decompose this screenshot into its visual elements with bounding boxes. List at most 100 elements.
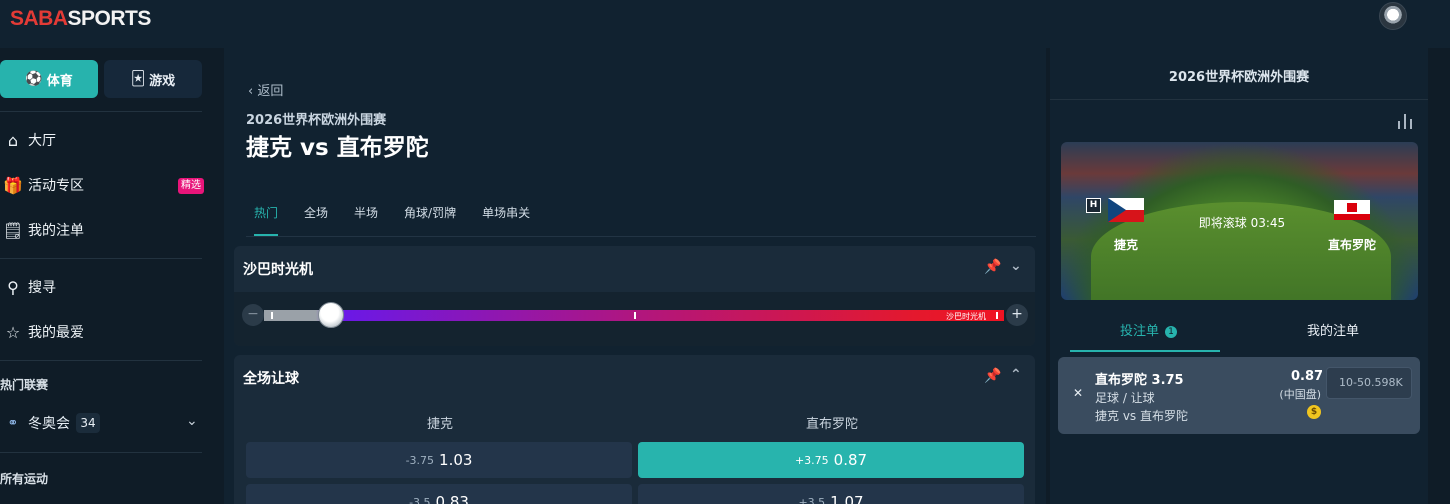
sports-segment-label: 体育 xyxy=(46,73,73,89)
betslip-tabs: 投注单 1 我的注单 xyxy=(1070,320,1410,352)
sidebar-divider xyxy=(0,452,202,453)
chevron-down-icon[interactable]: ⌄ xyxy=(1010,258,1022,274)
hot-leagues-heading: 热门联赛 xyxy=(0,378,49,392)
bet-selection: 直布罗陀 3.75 xyxy=(1095,373,1184,388)
logo-sports-text: SPORTS xyxy=(67,7,152,30)
pin-icon[interactable]: 📌 xyxy=(984,259,1001,275)
market-tabs: 热门 全场 半场 角球/罚牌 单场串关 xyxy=(254,204,556,236)
tab-my-bets[interactable]: 我的注单 xyxy=(1307,320,1359,339)
tabs-divider xyxy=(246,236,1036,237)
handicap-line: +3.75 xyxy=(794,453,829,467)
sidebar-item-favorites[interactable]: ☆ 我的最爱 xyxy=(0,317,210,347)
sidebar-item-promotions[interactable]: 🎁 活动专区 精选 xyxy=(0,170,210,200)
betslip-count-badge: 1 xyxy=(1165,326,1178,338)
sidebar-item-label: 我的最爱 xyxy=(28,325,84,341)
all-sports-heading: 所有运动 xyxy=(0,472,49,486)
away-team-column-header: 直布罗陀 xyxy=(806,417,859,432)
sidebar-league-winter-olympics[interactable]: ⚭ 冬奥会 34 ⌄ xyxy=(0,409,210,437)
time-machine-header[interactable]: 沙巴时光机 📌 ⌄ xyxy=(234,246,1035,292)
soccer-ball-icon: ⚽ xyxy=(25,71,43,87)
tab-popular[interactable]: 热门 xyxy=(254,204,279,236)
sidebar-divider xyxy=(0,258,202,259)
sidebar-divider xyxy=(0,111,202,112)
time-machine-body: − 沙巴时光机 + xyxy=(234,292,1035,346)
featured-badge: 精选 xyxy=(178,178,204,194)
time-machine-plus-button[interactable]: + xyxy=(1006,304,1028,326)
receipt-icon: 🗒 xyxy=(2,220,24,240)
pin-icon[interactable]: 📌 xyxy=(984,368,1001,384)
tab-full-time[interactable]: 全场 xyxy=(304,204,328,236)
time-machine-minus-button[interactable]: − xyxy=(242,304,264,326)
odds-button-away[interactable]: +3.5 1.07 xyxy=(638,484,1024,504)
handicap-header[interactable]: 全场让球 📌 ⌃ xyxy=(234,355,1035,401)
olympic-rings-icon: ⚭ xyxy=(7,415,19,431)
odds-button-home[interactable]: -3.5 0.83 xyxy=(246,484,632,504)
chevron-down-icon[interactable]: ⌄ xyxy=(186,413,198,429)
games-segment-button[interactable]: 🃏 游戏 xyxy=(104,60,202,98)
match-title: 捷克 vs 直布罗陀 xyxy=(246,135,429,161)
slider-tick xyxy=(996,312,998,319)
page-scrollbar[interactable] xyxy=(1436,48,1450,504)
match-detail-panel: ‹ 返回 2026世界杯欧洲外围赛 捷克 vs 直布罗陀 热门 全场 半场 角球… xyxy=(224,48,1046,504)
sidebar-divider xyxy=(0,360,202,361)
handicap-title: 全场让球 xyxy=(243,371,299,387)
handicap-line: -3.75 xyxy=(405,453,435,467)
sidebar-item-label: 搜寻 xyxy=(28,280,56,296)
time-machine-panel: 沙巴时光机 📌 ⌄ − 沙巴时光机 + xyxy=(234,246,1035,346)
user-avatar-icon[interactable] xyxy=(1379,2,1407,30)
tab-half-time[interactable]: 半场 xyxy=(354,204,378,236)
time-machine-end-label: 沙巴时光机 xyxy=(946,312,986,321)
odds-price: 1.03 xyxy=(439,451,473,469)
odds-price: 1.07 xyxy=(830,493,864,504)
back-link[interactable]: ‹ 返回 xyxy=(248,80,283,99)
match-scoreboard: H 即将滚球 03:45 捷克 直布罗陀 xyxy=(1061,142,1418,300)
bet-match: 捷克 vs 直布罗陀 xyxy=(1095,409,1188,423)
coin-icon: $ xyxy=(1307,405,1321,419)
sidebar-item-search[interactable]: ⚲ 搜寻 xyxy=(0,272,210,302)
chevron-left-icon: ‹ xyxy=(248,84,254,99)
saba-sports-logo[interactable]: SABASPORTS xyxy=(10,7,152,30)
tab-corners-cards[interactable]: 角球/罚牌 xyxy=(404,204,456,236)
close-icon[interactable]: ✕ xyxy=(1073,386,1083,400)
sidebar-item-label: 活动专区 xyxy=(28,178,84,194)
home-team-column-header: 捷克 xyxy=(427,417,454,432)
search-icon: ⚲ xyxy=(7,277,19,297)
scoreboard-home-team: 捷克 xyxy=(1114,238,1139,252)
slider-tick xyxy=(271,312,273,319)
sidebar-item-lobby[interactable]: ⌂ 大厅 xyxy=(0,125,210,155)
chevron-up-icon[interactable]: ⌃ xyxy=(1010,367,1022,383)
odds-type: (中国盘) xyxy=(1279,388,1321,401)
league-title: 2026世界杯欧洲外围赛 xyxy=(246,113,387,128)
star-icon: ☆ xyxy=(5,322,21,342)
stake-input[interactable]: 10-50.598K xyxy=(1326,367,1412,399)
time-machine-title: 沙巴时光机 xyxy=(243,262,313,278)
sidebar-item-my-bets[interactable]: 🗒 我的注单 xyxy=(0,215,210,245)
stats-chart-icon[interactable] xyxy=(1397,113,1413,129)
slider-tick xyxy=(634,312,636,319)
right-panel: 2026世界杯欧洲外围赛 H 即将滚球 03:45 捷克 直布罗陀 投注单 1 我… xyxy=(1050,48,1428,504)
sports-segment-button[interactable]: ⚽ 体育 xyxy=(0,60,98,98)
back-label: 返回 xyxy=(257,84,284,99)
odds-button-away-selected[interactable]: +3.75 0.87 xyxy=(638,442,1024,478)
right-panel-title: 2026世界杯欧洲外围赛 xyxy=(1168,70,1310,85)
time-machine-slider-handle[interactable] xyxy=(318,302,344,328)
handicap-line: -3.5 xyxy=(409,495,431,504)
tab-betslip[interactable]: 投注单 1 xyxy=(1120,320,1178,339)
match-status: 即将滚球 03:45 xyxy=(1198,216,1286,230)
games-segment-label: 游戏 xyxy=(149,73,176,89)
betslip-tab-label: 投注单 xyxy=(1120,324,1160,339)
bet-odds: 0.87 xyxy=(1291,369,1324,384)
home-indicator: H xyxy=(1086,198,1101,213)
active-tab-underline xyxy=(1070,350,1220,352)
odds-price: 0.83 xyxy=(435,493,469,504)
odds-button-home[interactable]: -3.75 1.03 xyxy=(246,442,632,478)
league-label: 冬奥会 xyxy=(28,416,70,432)
gift-icon: 🎁 xyxy=(3,175,23,195)
sidebar-item-label: 我的注单 xyxy=(28,223,84,239)
league-count: 34 xyxy=(76,413,100,433)
tab-same-game-parlay[interactable]: 单场串关 xyxy=(482,204,530,236)
left-sidebar: ⚽ 体育 🃏 游戏 ⌂ 大厅 🎁 活动专区 精选 🗒 我的注单 ⚲ 搜寻 ☆ 我… xyxy=(0,48,216,504)
handicap-line: +3.5 xyxy=(798,495,826,504)
game-card-icon: 🃏 xyxy=(130,71,146,87)
logo-saba-text: SABA xyxy=(10,7,68,30)
